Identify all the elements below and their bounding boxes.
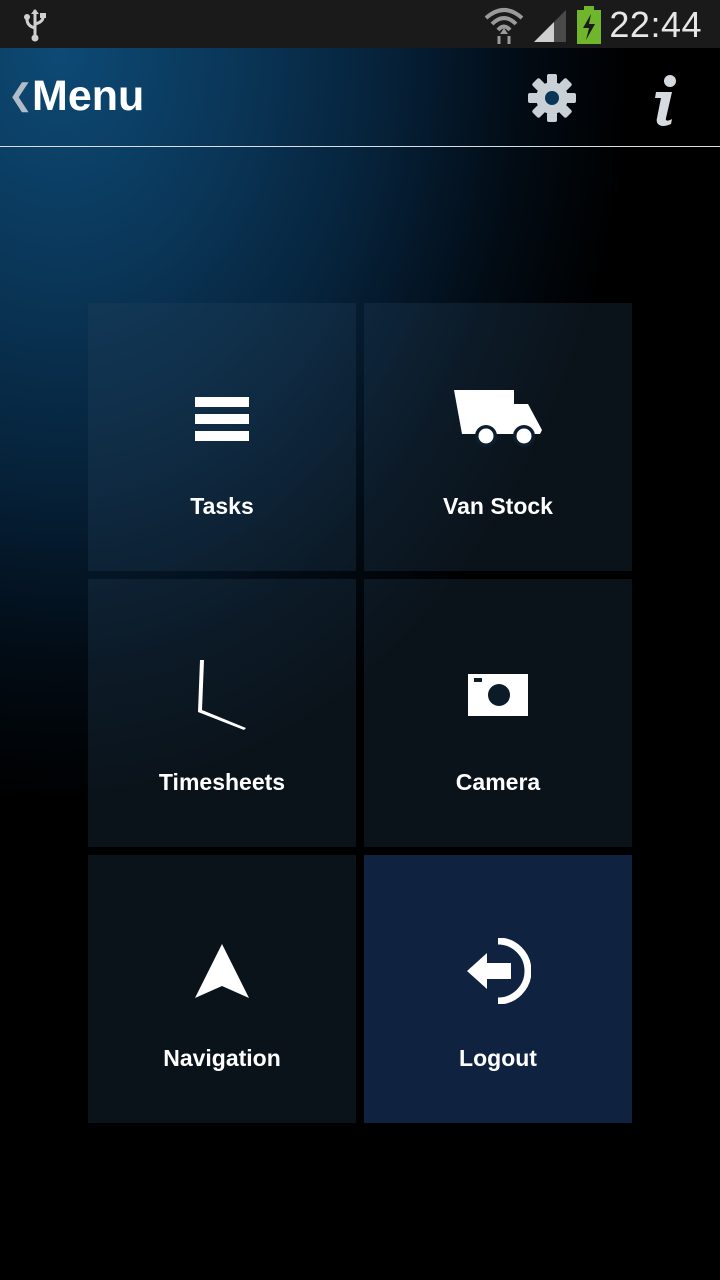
tile-label-logout: Logout <box>459 1045 537 1071</box>
navigation-tile[interactable]: Navigation <box>88 855 356 1123</box>
signal-icon <box>534 10 566 42</box>
clock-icon <box>88 655 356 735</box>
tasks-tile[interactable]: Tasks <box>88 303 356 571</box>
logout-icon <box>364 931 632 1011</box>
logout-tile[interactable]: Logout <box>364 855 632 1123</box>
list-icon <box>88 379 356 459</box>
camera-tile[interactable]: Camera <box>364 579 632 847</box>
app-bar: ❮ Menu <box>0 48 720 147</box>
tile-label-navigation: Navigation <box>163 1045 281 1071</box>
tile-label-camera: Camera <box>455 769 541 795</box>
tile-label-timesheets: Timesheets <box>158 769 286 795</box>
tile-label-van-stock: Van Stock <box>443 493 553 519</box>
truck-icon <box>364 379 632 459</box>
page-title[interactable]: Menu <box>32 72 144 121</box>
camera-icon <box>364 655 632 735</box>
gear-icon[interactable] <box>526 72 578 124</box>
timesheets-tile[interactable]: Timesheets <box>88 579 356 847</box>
usb-icon <box>24 9 46 42</box>
status-bar: 22:44 <box>0 0 720 48</box>
menu-grid: Tasks Van Stock Timesheets Camera Naviga… <box>88 303 632 1123</box>
battery-charging-icon <box>577 6 601 44</box>
van-stock-tile[interactable]: Van Stock <box>364 303 632 571</box>
info-icon[interactable] <box>648 74 684 126</box>
navigation-arrow-icon <box>88 931 356 1011</box>
wifi-icon <box>484 8 524 44</box>
clock: 22:44 <box>609 4 702 45</box>
chevron-left-icon[interactable]: ❮ <box>8 78 33 113</box>
tile-label-tasks: Tasks <box>190 493 254 519</box>
